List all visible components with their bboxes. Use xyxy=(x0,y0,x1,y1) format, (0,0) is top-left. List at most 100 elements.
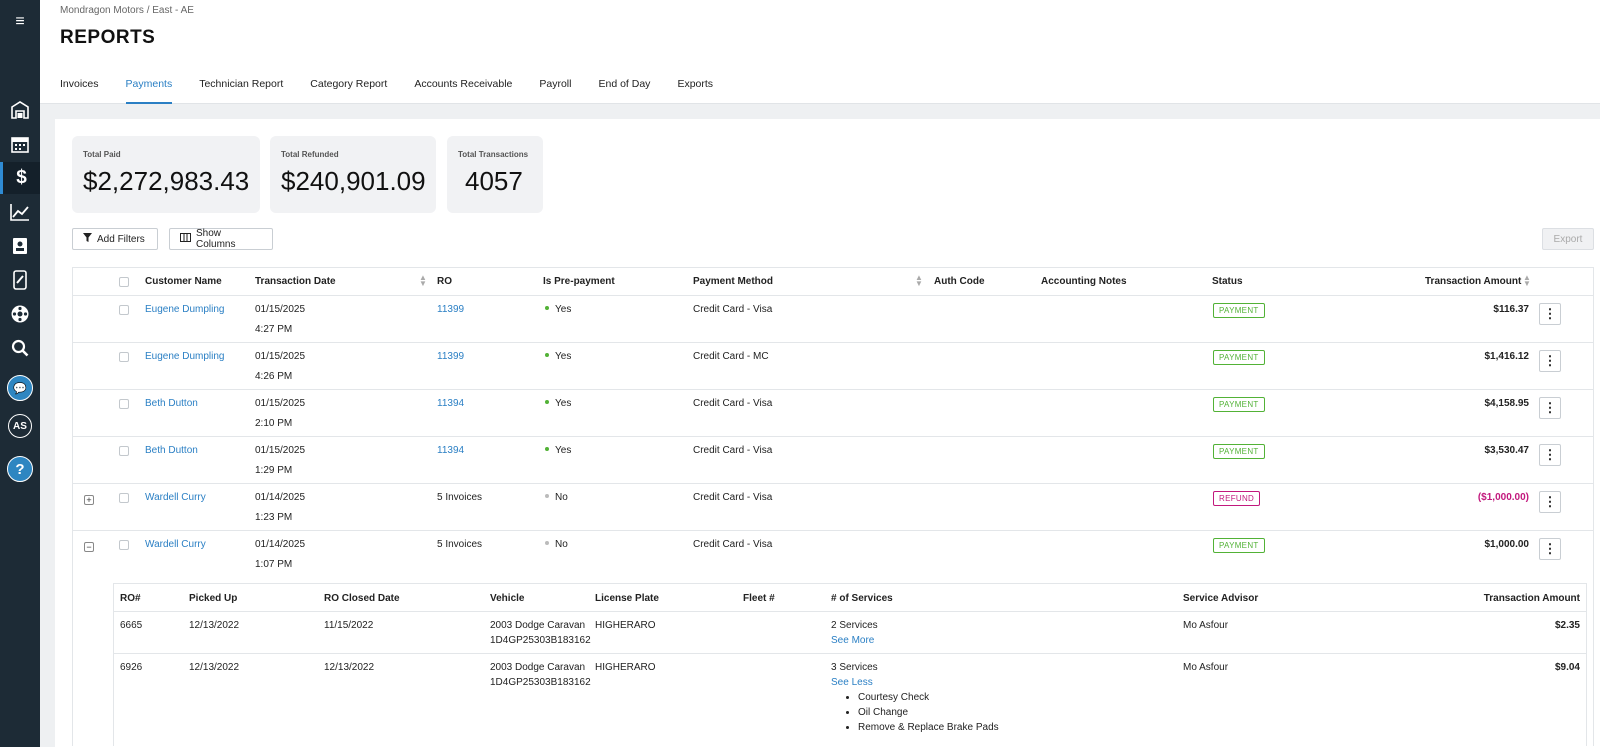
row-actions-button[interactable]: ⋮ xyxy=(1539,444,1561,466)
row-actions-button[interactable]: ⋮ xyxy=(1539,350,1561,372)
tab-category-report[interactable]: Category Report xyxy=(310,78,387,104)
search-icon[interactable] xyxy=(0,332,40,364)
ro-invoices: 5 Invoices xyxy=(437,492,483,503)
customer-link[interactable]: Wardell Curry xyxy=(145,539,206,550)
table-row[interactable]: Beth Dutton 01/15/2025 2:10 PM 11394 Yes… xyxy=(73,390,1593,437)
table-row[interactable]: Eugene Dumpling 01/15/2025 4:27 PM 11399… xyxy=(73,296,1593,343)
chat-icon[interactable]: 💬 xyxy=(0,372,40,404)
tab-invoices[interactable]: Invoices xyxy=(60,78,99,104)
sort-icon[interactable]: ▲ ▼ xyxy=(915,274,923,288)
add-filters-button[interactable]: Add Filters xyxy=(72,228,158,250)
row-checkbox[interactable] xyxy=(119,446,129,456)
status-dot xyxy=(545,541,549,546)
export-button[interactable]: Export xyxy=(1542,228,1594,250)
ro-link[interactable]: 11394 xyxy=(437,398,464,409)
tire-icon[interactable] xyxy=(0,298,40,330)
breadcrumb[interactable]: Mondragon Motors / East - AE xyxy=(60,5,194,16)
expand-row-icon[interactable]: + xyxy=(84,495,94,505)
prepayment-text: Yes xyxy=(555,304,572,315)
row-actions-button[interactable]: ⋮ xyxy=(1539,397,1561,419)
help-icon[interactable]: ? xyxy=(0,453,40,485)
customer-link[interactable]: Eugene Dumpling xyxy=(145,351,225,362)
row-checkbox[interactable] xyxy=(119,305,129,315)
see-less-link[interactable]: See Less xyxy=(831,675,999,690)
customer-link[interactable]: Wardell Curry xyxy=(145,492,206,503)
row-checkbox[interactable] xyxy=(119,352,129,362)
shop-icon[interactable] xyxy=(0,94,40,126)
transaction-date: 01/14/2025 xyxy=(255,492,306,503)
vehicle-vin: 1D4GP25303B183162 xyxy=(490,677,591,688)
col-accounting-notes[interactable]: Accounting Notes xyxy=(1041,276,1127,287)
table-row[interactable]: Beth Dutton 01/15/2025 1:29 PM 11394 Yes… xyxy=(73,437,1593,484)
row-actions-button[interactable]: ⋮ xyxy=(1539,303,1561,325)
sort-icon[interactable]: ▲ ▼ xyxy=(419,274,427,288)
payment-method: Credit Card - Visa xyxy=(693,398,773,409)
stat-total-refunded: Total Refunded $240,901.09 xyxy=(270,136,436,213)
table-header: Customer Name Transaction Date ▲ ▼ RO Is … xyxy=(73,267,1593,296)
ro-link[interactable]: 11399 xyxy=(437,304,464,315)
ro-link[interactable]: 11394 xyxy=(437,445,464,456)
prepayment-text: No xyxy=(555,539,568,550)
tab-payroll[interactable]: Payroll xyxy=(539,78,571,104)
row-checkbox[interactable] xyxy=(119,540,129,550)
tab-payments[interactable]: Payments xyxy=(125,78,173,104)
ro-link[interactable]: 6926 xyxy=(120,660,142,675)
tab-accounts-receivable[interactable]: Accounts Receivable xyxy=(414,78,512,104)
status-badge: PAYMENT xyxy=(1213,444,1265,459)
col-customer-name[interactable]: Customer Name xyxy=(145,276,222,287)
row-actions-button[interactable]: ⋮ xyxy=(1539,491,1561,513)
tab-exports[interactable]: Exports xyxy=(677,78,713,104)
col-ro[interactable]: RO xyxy=(437,276,452,287)
ro-link[interactable]: 6665 xyxy=(120,618,142,633)
see-more-link[interactable]: See More xyxy=(831,633,878,648)
columns-icon xyxy=(180,233,191,245)
tab-technician-report[interactable]: Technician Report xyxy=(199,78,283,104)
service-list: Courtesy Check Oil Change Remove & Repla… xyxy=(831,690,999,735)
avatar[interactable]: AS xyxy=(0,410,40,442)
table-row[interactable]: Eugene Dumpling 01/15/2025 4:26 PM 11399… xyxy=(73,343,1593,390)
prepayment-value: Yes xyxy=(545,351,571,362)
payment-method: Credit Card - Visa xyxy=(693,539,773,550)
table-row[interactable]: + Wardell Curry 01/14/2025 1:23 PM 5 Inv… xyxy=(73,484,1593,531)
hamburger-menu-icon[interactable]: ≡ xyxy=(0,4,40,40)
status-dot xyxy=(545,400,549,405)
show-columns-button[interactable]: Show Columns xyxy=(169,228,273,250)
vehicle-info: 2003 Dodge Caravan 1D4GP25303B183162 xyxy=(490,618,591,648)
transaction-time: 1:29 PM xyxy=(255,465,293,476)
row-checkbox[interactable] xyxy=(119,399,129,409)
sort-icon[interactable]: ▲ ▼ xyxy=(1523,274,1531,288)
table-row[interactable]: − Wardell Curry 01/14/2025 1:07 PM 5 Inv… xyxy=(73,531,1593,578)
subtable-row: 6926 12/13/2022 12/13/2022 2003 Dodge Ca… xyxy=(114,654,1586,746)
select-all-checkbox[interactable] xyxy=(119,277,129,287)
closed-date: 12/13/2022 xyxy=(324,662,375,673)
customer-link[interactable]: Beth Dutton xyxy=(145,398,198,409)
collapse-row-icon[interactable]: − xyxy=(84,542,94,552)
col-is-prepayment[interactable]: Is Pre-payment xyxy=(543,276,615,287)
transaction-amount: ($1,000.00) xyxy=(1477,492,1529,503)
transaction-date: 01/15/2025 xyxy=(255,304,306,315)
picked-up-date: 12/13/2022 xyxy=(189,620,240,631)
tab-end-of-day[interactable]: End of Day xyxy=(598,78,650,104)
customer-link[interactable]: Beth Dutton xyxy=(145,445,198,456)
transaction-time: 4:27 PM xyxy=(255,324,293,335)
col-transaction-amount[interactable]: Transaction Amount xyxy=(1425,276,1521,287)
row-actions-button[interactable]: ⋮ xyxy=(1539,538,1561,560)
col-status[interactable]: Status xyxy=(1212,276,1243,287)
col-transaction-date[interactable]: Transaction Date xyxy=(255,276,336,287)
chart-icon[interactable] xyxy=(0,196,40,228)
subcol-vehicle: Vehicle xyxy=(490,593,525,604)
col-auth-code[interactable]: Auth Code xyxy=(934,276,985,287)
calendar-icon[interactable] xyxy=(0,128,40,160)
add-filters-label: Add Filters xyxy=(97,233,145,245)
payment-method: Credit Card - MC xyxy=(693,351,769,362)
contacts-icon[interactable] xyxy=(0,230,40,262)
stat-value: 4057 xyxy=(465,166,523,196)
col-payment-method[interactable]: Payment Method xyxy=(693,276,773,287)
status-dot xyxy=(545,353,549,358)
stat-value: $2,272,983.43 xyxy=(83,166,250,196)
ro-link[interactable]: 11399 xyxy=(437,351,464,362)
parts-icon[interactable] xyxy=(0,264,40,296)
dollar-icon[interactable]: $ xyxy=(0,162,40,194)
customer-link[interactable]: Eugene Dumpling xyxy=(145,304,225,315)
row-checkbox[interactable] xyxy=(119,493,129,503)
